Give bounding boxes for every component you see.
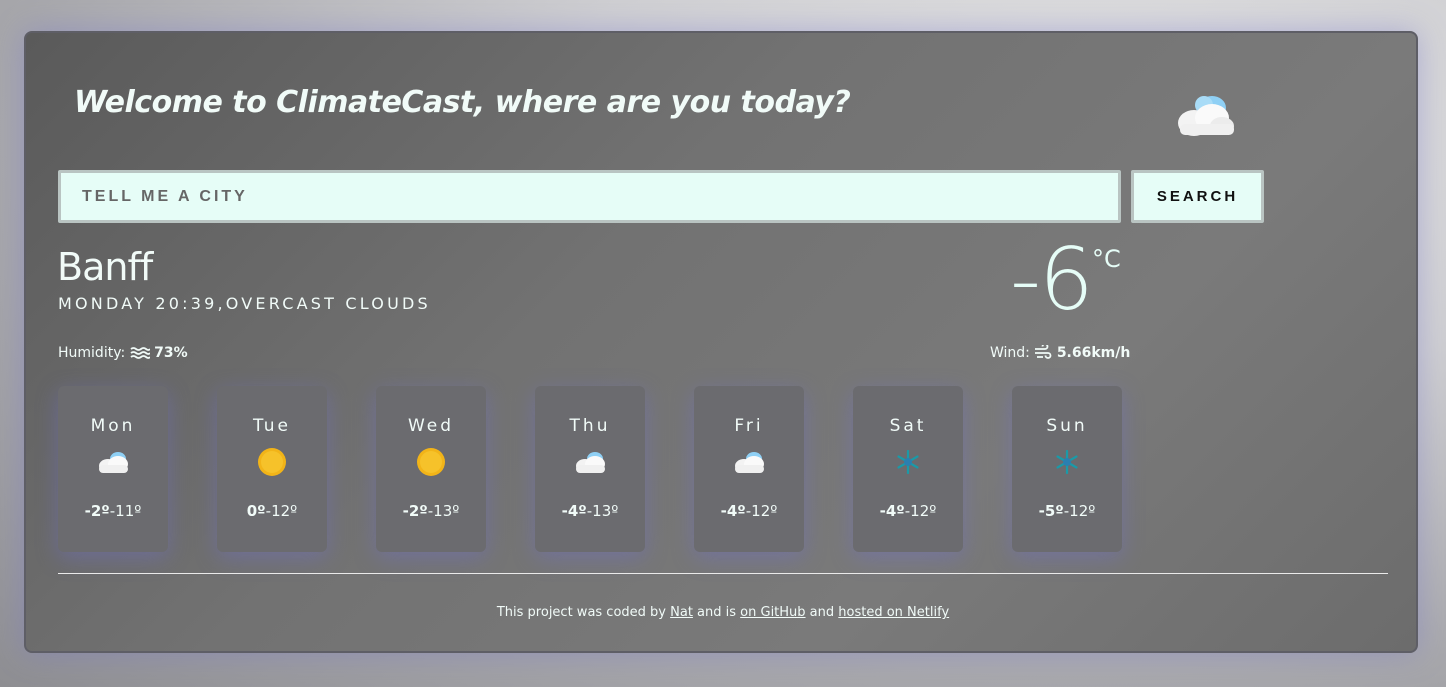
- forecast-min-temp: -12º: [265, 502, 298, 520]
- sun-icon: [417, 448, 445, 476]
- cloud-icon: [576, 452, 605, 473]
- welcome-heading: Welcome to ClimateCast, where are you to…: [74, 85, 851, 120]
- cloud-icon: [1178, 96, 1234, 136]
- forecast-temps: -2º-11º: [58, 502, 168, 520]
- github-link[interactable]: on GitHub: [740, 605, 805, 620]
- snowflake-icon: [1056, 449, 1078, 475]
- sun-icon: [258, 448, 286, 476]
- humidity-waves-icon: [130, 347, 150, 359]
- forecast-max-temp: 0º: [246, 502, 266, 520]
- wind-label: Wind:: [990, 345, 1030, 361]
- temperature-unit: °C: [1092, 245, 1121, 273]
- forecast-day-card: Wed -2º-13º: [376, 386, 486, 552]
- forecast-max-temp: -4º: [561, 502, 587, 520]
- forecast-min-temp: -13º: [427, 502, 460, 520]
- footer-and: and: [805, 605, 839, 620]
- forecast-day-name: Thu: [569, 416, 611, 436]
- wind-readout: Wind: 5.66km/h: [990, 345, 1130, 361]
- forecast-day-name: Mon: [90, 416, 136, 436]
- forecast-day-name: Sat: [889, 416, 927, 436]
- footer: This project was coded by Nat and is on …: [26, 605, 1420, 620]
- forecast-temps: -4º-12º: [853, 502, 963, 520]
- snowflake-icon: [897, 449, 919, 475]
- forecast-min-temp: -12º: [1063, 502, 1096, 520]
- weather-app-card: Welcome to ClimateCast, where are you to…: [24, 31, 1418, 653]
- current-temperature: -6: [1010, 230, 1094, 330]
- forecast-day-name: Sun: [1046, 416, 1088, 436]
- forecast-min-temp: -11º: [109, 502, 142, 520]
- forecast-day-name: Fri: [734, 416, 764, 436]
- cloud-icon: [735, 452, 764, 473]
- netlify-link[interactable]: hosted on Netlify: [838, 605, 949, 620]
- forecast-day-name: Tue: [252, 416, 292, 436]
- humidity-label: Humidity:: [58, 345, 126, 361]
- forecast-temps: 0º-12º: [217, 502, 327, 520]
- forecast-day-card: Sun -5º-12º: [1012, 386, 1122, 552]
- forecast-day-name: Wed: [407, 416, 455, 436]
- forecast-day-card: Mon -2º-11º: [58, 386, 168, 552]
- forecast-min-temp: -12º: [745, 502, 778, 520]
- wind-icon: [1035, 345, 1052, 359]
- forecast-day-card: Fri -4º-12º: [694, 386, 804, 552]
- forecast-min-temp: -13º: [586, 502, 619, 520]
- humidity-readout: Humidity: 73%: [58, 345, 188, 361]
- forecast-day-card: Tue 0º-12º: [217, 386, 327, 552]
- forecast-temps: -4º-12º: [694, 502, 804, 520]
- cloud-icon: [99, 452, 128, 473]
- footer-divider: [58, 573, 1388, 574]
- city-search-input[interactable]: [58, 170, 1121, 223]
- humidity-value: 73%: [154, 345, 188, 361]
- search-button[interactable]: SEARCH: [1131, 170, 1264, 223]
- wind-value: 5.66km/h: [1056, 345, 1131, 361]
- forecast-max-temp: -4º: [879, 502, 905, 520]
- forecast-max-temp: -5º: [1038, 502, 1064, 520]
- forecast-temps: -2º-13º: [376, 502, 486, 520]
- forecast-day-card: Sat -4º-12º: [853, 386, 963, 552]
- author-link[interactable]: Nat: [670, 605, 693, 620]
- city-name: Banff: [57, 245, 153, 289]
- forecast-temps: -4º-13º: [535, 502, 645, 520]
- forecast-max-temp: -4º: [720, 502, 746, 520]
- forecast-temps: -5º-12º: [1012, 502, 1122, 520]
- forecast-day-card: Thu -4º-13º: [535, 386, 645, 552]
- footer-middle: and is: [692, 605, 741, 620]
- footer-prefix: This project was coded by: [496, 605, 671, 620]
- forecast-max-temp: -2º: [402, 502, 428, 520]
- date-and-conditions: MONDAY 20:39,OVERCAST CLOUDS: [58, 294, 431, 313]
- forecast-max-temp: -2º: [84, 502, 110, 520]
- forecast-min-temp: -12º: [904, 502, 937, 520]
